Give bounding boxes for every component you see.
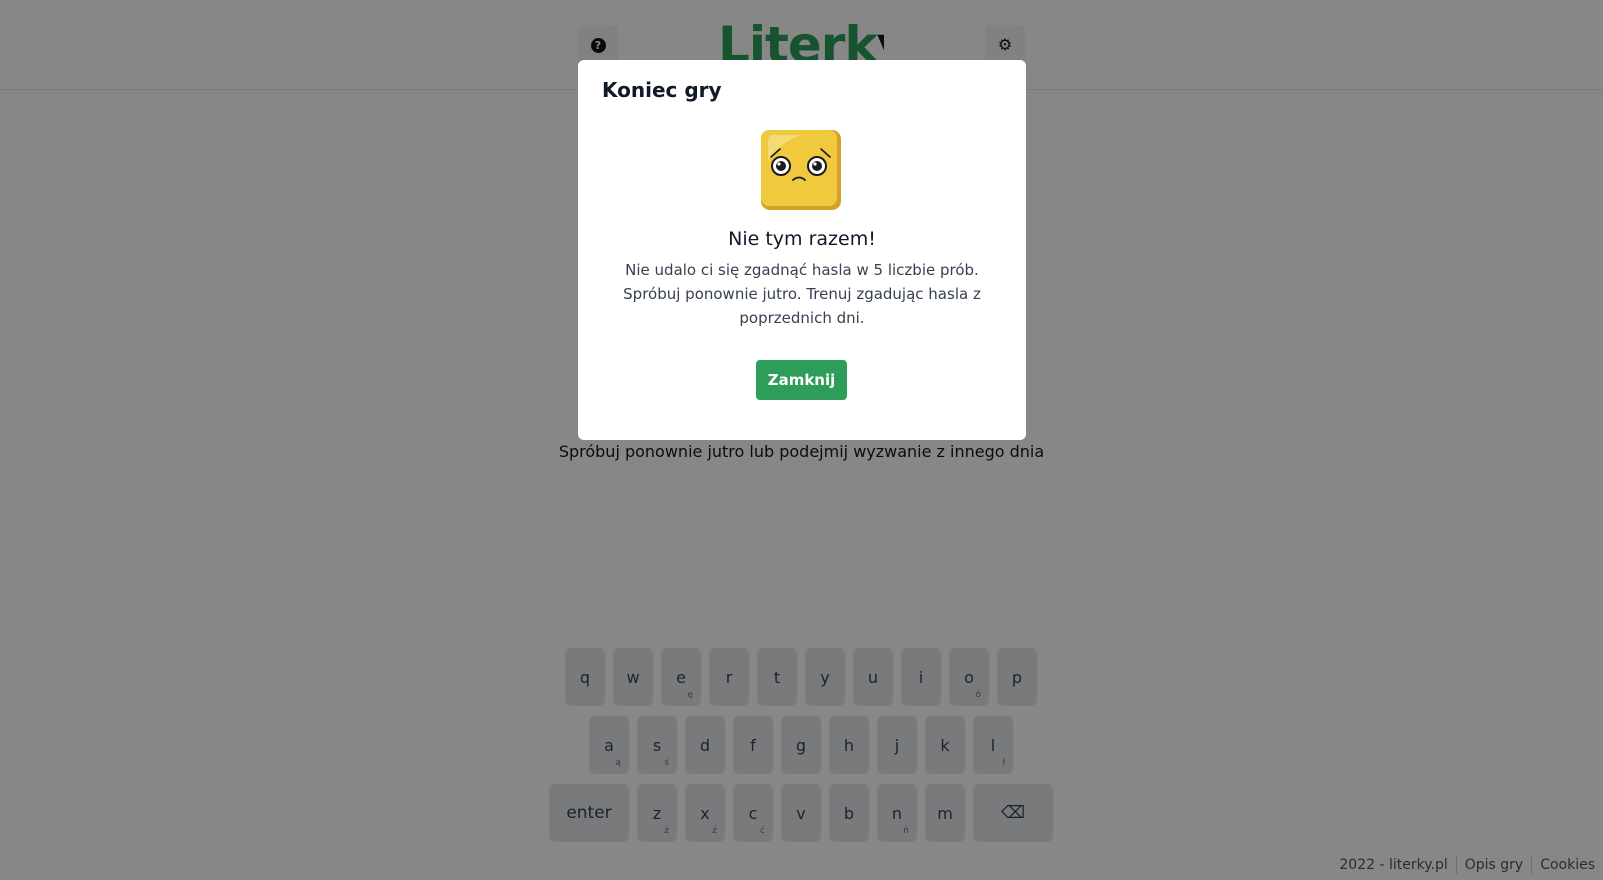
close-button[interactable]: Zamknij — [756, 360, 847, 400]
result-heading: Nie tym razem! — [728, 228, 876, 250]
game-over-dialog: Koniec gry Nie tym razem! Nie udalo ci s… — [578, 60, 1026, 440]
result-message: Nie udalo ci się zgadnąć hasla w 5 liczb… — [623, 261, 981, 327]
sad-tile-mascot-icon — [761, 130, 841, 210]
dialog-title: Koniec gry — [602, 78, 722, 102]
